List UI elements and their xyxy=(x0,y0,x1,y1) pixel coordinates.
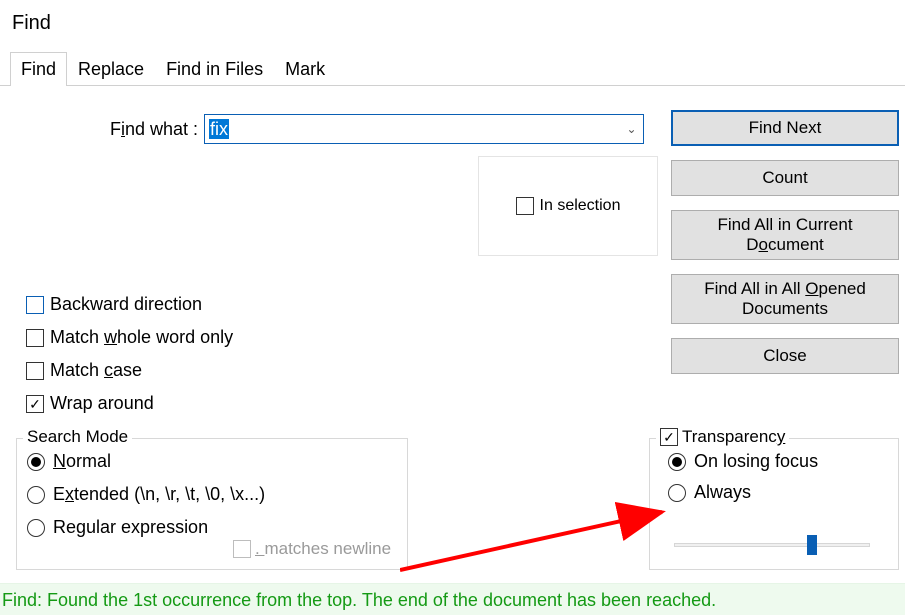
search-mode-regex-label: Regular expression xyxy=(53,517,208,538)
find-all-opened-docs-button[interactable]: Find All in All OpenedDocuments xyxy=(671,274,899,324)
search-mode-regex-radio[interactable] xyxy=(27,519,45,537)
tab-find[interactable]: Find xyxy=(10,52,67,86)
matches-newline-checkbox xyxy=(233,540,251,558)
find-history-dropdown[interactable]: ⌄ xyxy=(619,122,643,136)
find-what-label: Find what : xyxy=(110,119,198,140)
close-button[interactable]: Close xyxy=(671,338,899,374)
find-panel: Find what : fix ⌄ In selection Find Next… xyxy=(0,86,905,586)
tab-replace[interactable]: Replace xyxy=(67,52,155,86)
transparency-always-radio[interactable] xyxy=(668,484,686,502)
wrap-around-label: Wrap around xyxy=(50,393,154,414)
in-selection-group: In selection xyxy=(478,156,658,256)
search-mode-extended-radio[interactable] xyxy=(27,486,45,504)
transparency-slider[interactable] xyxy=(674,535,870,555)
transparency-on-losing-focus-radio[interactable] xyxy=(668,453,686,471)
match-whole-word-checkbox[interactable] xyxy=(26,329,44,347)
find-next-button[interactable]: Find Next xyxy=(671,110,899,146)
tab-mark[interactable]: Mark xyxy=(274,52,336,86)
transparency-checkbox[interactable] xyxy=(660,428,678,446)
transparency-always-label: Always xyxy=(694,482,751,503)
count-button[interactable]: Count xyxy=(671,160,899,196)
window-title: Find xyxy=(0,0,905,41)
search-mode-group: Search Mode Normal Extended (\n, \r, \t,… xyxy=(16,438,408,570)
annotation-arrow xyxy=(400,500,690,580)
in-selection-label: In selection xyxy=(540,197,621,215)
backward-direction-label: Backward direction xyxy=(50,294,202,315)
search-mode-normal-label: Normal xyxy=(53,451,111,472)
find-all-current-doc-button[interactable]: Find All in CurrentDocument xyxy=(671,210,899,260)
transparency-on-losing-focus-label: On losing focus xyxy=(694,451,818,472)
tab-find-in-files[interactable]: Find in Files xyxy=(155,52,274,86)
match-case-label: Match case xyxy=(50,360,142,381)
wrap-around-checkbox[interactable] xyxy=(26,395,44,413)
transparency-group: Transparency On losing focus Always xyxy=(649,438,899,570)
search-mode-normal-radio[interactable] xyxy=(27,453,45,471)
matches-newline-label: . matches newline xyxy=(255,539,391,559)
tab-strip: Find Replace Find in Files Mark xyxy=(0,51,905,86)
transparency-slider-thumb[interactable] xyxy=(807,535,817,555)
backward-direction-checkbox[interactable] xyxy=(26,296,44,314)
search-mode-legend: Search Mode xyxy=(23,427,132,447)
match-whole-word-label: Match whole word only xyxy=(50,327,233,348)
transparency-label: Transparency xyxy=(682,427,785,447)
search-mode-extended-label: Extended (\n, \r, \t, \0, \x...) xyxy=(53,484,265,505)
status-bar: Find: Found the 1st occurrence from the … xyxy=(0,583,905,615)
in-selection-checkbox[interactable] xyxy=(516,197,534,215)
find-what-input[interactable]: fix xyxy=(205,117,619,142)
match-case-checkbox[interactable] xyxy=(26,362,44,380)
